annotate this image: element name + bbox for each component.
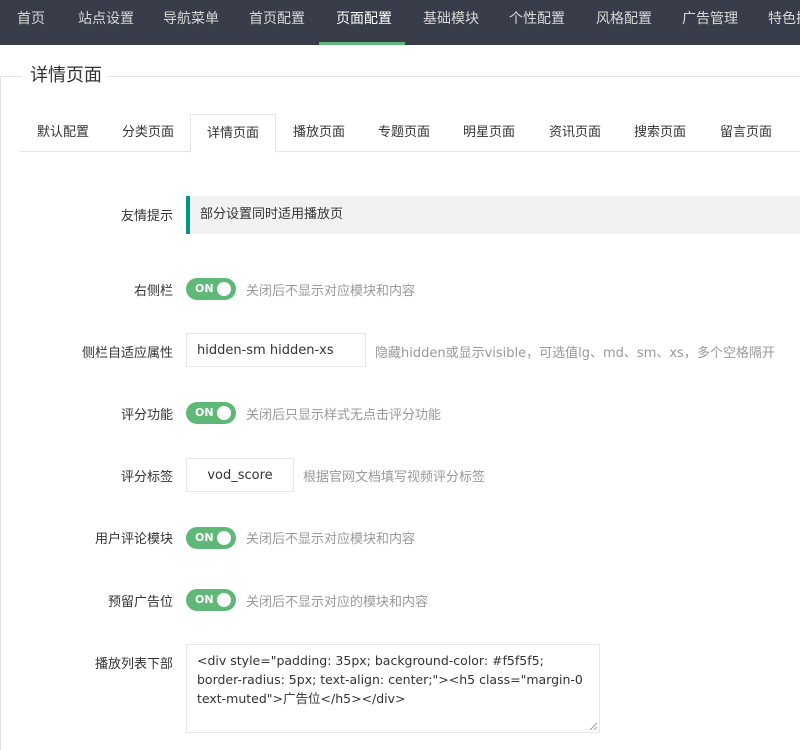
section-legend: 详情页面 [28,64,104,88]
switch-knob [217,593,231,607]
switch-state-text: ON [195,531,214,544]
sidebar-responsive-label: 侧栏自适应属性 [81,346,173,361]
comments-switch[interactable]: ON [186,527,236,549]
right-sidebar-switch[interactable]: ON [186,278,236,300]
tab-search-page[interactable]: 搜索页面 [617,114,703,151]
right-sidebar-label: 右侧栏 [133,284,173,299]
rating-switch[interactable]: ON [186,402,236,424]
rating-tag-label: 评分标签 [120,470,173,485]
tab-default-config[interactable]: 默认配置 [20,114,106,151]
tab-play-page[interactable]: 播放页面 [276,114,362,151]
playlist-bottom-label: 播放列表下部 [94,657,173,672]
switch-state-text: ON [195,282,214,295]
rating-tag-input[interactable] [186,458,294,492]
fieldset-border-right [108,76,800,77]
comments-label: 用户评论模块 [94,532,173,547]
switch-state-text: ON [195,406,214,419]
reserved-ad-switch[interactable]: ON [186,589,236,611]
tab-guestbook-page[interactable]: 留言页面 [703,114,789,151]
nav-item-personal-config[interactable]: 个性配置 [509,0,565,45]
sidebar-responsive-hint: 隐藏hidden或显示visible，可选值lg、md、sm、xs，多个空格隔开 [375,346,775,361]
fieldset-border-left [0,76,22,77]
tab-news-page[interactable]: 资讯页面 [532,114,618,151]
right-sidebar-hint: 关闭后不显示对应模块和内容 [246,284,416,299]
tab-detail-page[interactable]: 详情页面 [190,114,276,153]
tip-box: 部分设置同时适用播放页 [186,196,800,234]
rating-label: 评分功能 [120,408,173,423]
nav-item-style-config[interactable]: 风格配置 [596,0,652,45]
resize-grip-icon[interactable] [588,721,598,731]
nav-active-indicator [319,42,405,45]
nav-item-feature-plugins[interactable]: 特色插件 [768,0,800,45]
nav-item-home[interactable]: 首页 [17,0,45,45]
switch-knob [217,531,231,545]
top-navigation: 首页 站点设置 导航菜单 首页配置 页面配置 基础模块 个性配置 风格配置 广告… [0,0,800,45]
nav-item-base-modules[interactable]: 基础模块 [423,0,479,45]
switch-state-text: ON [195,593,214,606]
playlist-bottom-textarea[interactable]: <div style="padding: 35px; background-co… [186,644,600,733]
tab-topic-page[interactable]: 专题页面 [361,114,447,151]
reserved-ad-label: 预留广告位 [107,595,173,610]
switch-knob [217,406,231,420]
sidebar-responsive-input[interactable] [186,333,366,367]
tab-bar-divider [20,151,800,152]
rating-tag-hint: 根据官网文档填写视频评分标签 [303,470,486,485]
tab-category-page[interactable]: 分类页面 [105,114,191,151]
switch-knob [217,282,231,296]
rating-hint: 关闭后只显示样式无点击评分功能 [246,408,442,423]
nav-item-ad-management[interactable]: 广告管理 [682,0,738,45]
nav-item-home-config[interactable]: 首页配置 [249,0,305,45]
tip-label: 友情提示 [120,209,173,224]
comments-hint: 关闭后不显示对应模块和内容 [246,532,416,547]
nav-item-site-settings[interactable]: 站点设置 [78,0,134,45]
tab-star-page[interactable]: 明星页面 [446,114,532,151]
nav-item-nav-menu[interactable]: 导航菜单 [163,0,219,45]
nav-item-page-config[interactable]: 页面配置 [336,0,392,45]
reserved-ad-hint: 关闭后不显示对应的模块和内容 [246,595,429,610]
